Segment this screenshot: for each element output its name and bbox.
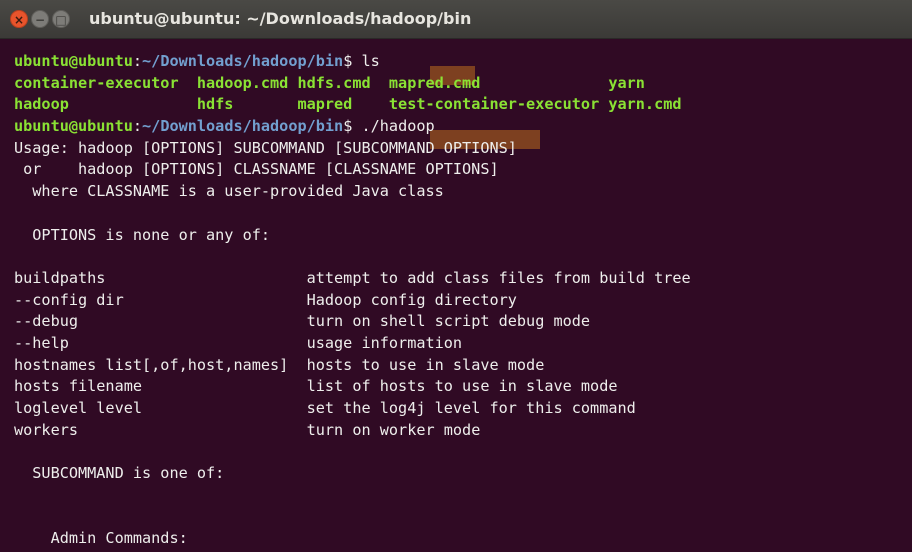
option-description: turn on worker mode [306, 420, 481, 439]
terminal-window[interactable]: × − □ ubuntu@ubuntu: ~/Downloads/hadoop/… [0, 0, 912, 552]
option-name: loglevel level [14, 399, 307, 417]
option-description: hosts to use in slave mode [306, 355, 545, 374]
prompt-user-host: ubuntu@ubuntu [14, 117, 133, 136]
file-entry: hdfs [196, 95, 298, 114]
prompt-path: ~/Downloads/hadoop/bin [142, 117, 344, 136]
prompt-symbol: $ [343, 117, 353, 136]
subcommand-line: SUBCOMMAND is one of: [14, 464, 225, 483]
prompt-symbol: $ [343, 52, 353, 70]
minimize-icon[interactable]: − [31, 10, 49, 28]
option-name: hosts filename [14, 377, 307, 396]
options-list: buildpaths attempt to add class files fr… [14, 268, 912, 442]
file-entry: test-container-executor [388, 95, 609, 114]
option-row: hostnames list[,of,host,names] hosts to … [14, 355, 912, 377]
file-entry: container-executor [14, 73, 197, 92]
file-entry: hadoop.cmd [196, 73, 298, 92]
prompt-user-host: ubuntu@ubuntu [14, 52, 133, 70]
subcommand-line [14, 485, 912, 507]
option-description: list of hosts to use in slave mode [306, 377, 618, 396]
option-row: --debug turn on shell script debug mode [14, 311, 912, 333]
window-title: ubuntu@ubuntu: ~/Downloads/hadoop/bin [89, 9, 472, 28]
usage-line [14, 246, 912, 268]
file-entry: mapred [297, 95, 389, 114]
prompt-line: ubuntu@ubuntu:~/Downloads/hadoop/bin$ ls [14, 52, 380, 70]
file-entry: hdfs.cmd [297, 73, 389, 92]
maximize-icon[interactable]: □ [52, 10, 70, 28]
close-icon[interactable]: × [10, 10, 28, 28]
option-row: buildpaths attempt to add class files fr… [14, 268, 912, 290]
option-row: loglevel level set the log4j level for t… [14, 398, 912, 420]
option-description: Hadoop config directory [306, 290, 517, 309]
option-description: usage information [306, 333, 463, 352]
subcommand-line: Admin Commands: [14, 529, 188, 548]
usage-line: Usage: hadoop [OPTIONS] SUBCOMMAND [SUBC… [14, 138, 517, 157]
option-name: hostnames list[,of,host,names] [14, 355, 307, 374]
subcommand-line [14, 441, 912, 463]
usage-block: Usage: hadoop [OPTIONS] SUBCOMMAND [SUBC… [14, 138, 912, 268]
option-name: --config dir [14, 290, 307, 309]
option-name: workers [14, 420, 307, 439]
option-name: --debug [14, 312, 307, 331]
usage-line: OPTIONS is none or any of: [14, 225, 271, 244]
option-row: hosts filename list of hosts to use in s… [14, 376, 912, 398]
ls-output-row: container-executor hadoop.cmd hdfs.cmd m… [14, 73, 912, 95]
ls-output-row: hadoop hdfs mapred test-container-execut… [14, 94, 912, 116]
prompt-path: ~/Downloads/hadoop/bin [142, 52, 344, 70]
usage-line: or hadoop [OPTIONS] CLASSNAME [CLASSNAME… [14, 160, 499, 179]
option-description: set the log4j level for this command [306, 399, 636, 417]
command-text: ls [352, 52, 380, 70]
usage-line [14, 203, 912, 225]
usage-line: where CLASSNAME is a user-provided Java … [14, 182, 444, 201]
subcommand-block: SUBCOMMAND is one of: Admin Commands: [14, 441, 912, 549]
option-name: --help [14, 333, 307, 352]
option-description: attempt to add class files from build tr… [306, 268, 691, 287]
option-description: turn on shell script debug mode [306, 312, 591, 331]
subcommand-line [14, 506, 912, 528]
title-bar[interactable]: × − □ ubuntu@ubuntu: ~/Downloads/hadoop/… [0, 0, 912, 39]
file-entry: hadoop [14, 95, 197, 114]
option-row: workers turn on worker mode [14, 420, 912, 442]
file-entry: yarn [608, 73, 645, 92]
prompt-line: ubuntu@ubuntu:~/Downloads/hadoop/bin$ ./… [14, 117, 435, 136]
option-name: buildpaths [14, 268, 307, 287]
option-row: --help usage information [14, 333, 912, 355]
option-row: --config dir Hadoop config directory [14, 290, 912, 312]
file-entry: mapred.cmd [388, 73, 609, 92]
command-text: ./hadoop [352, 117, 435, 136]
file-entry: yarn.cmd [608, 95, 682, 114]
terminal-output[interactable]: ubuntu@ubuntu:~/Downloads/hadoop/bin$ ls… [14, 51, 912, 550]
